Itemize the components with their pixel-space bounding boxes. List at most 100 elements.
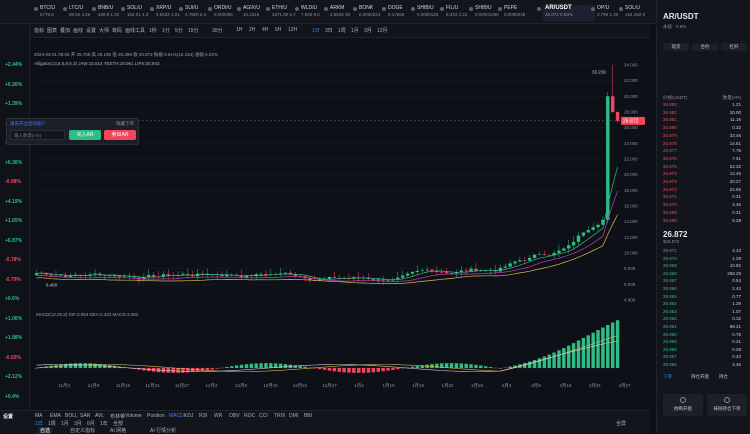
bid-row[interactable]: 26.871 4.43 — [663, 248, 747, 254]
indicator-tab[interactable]: WR — [214, 413, 222, 419]
sell-button[interactable]: 卖出AR — [104, 130, 136, 140]
toolbar-item[interactable]: 1秒 — [149, 27, 157, 34]
bid-row[interactable]: 26.859 0.31 — [663, 339, 747, 345]
bid-row[interactable]: 26.868 268.28 — [663, 271, 747, 277]
indicator-tab[interactable]: DMI — [289, 413, 298, 419]
bid-row[interactable]: 26.860 0.76 — [663, 332, 747, 338]
toolbar-item[interactable]: 12H — [288, 27, 297, 33]
range-tab[interactable]: 1年 — [100, 420, 108, 427]
toolbar-item[interactable]: 1周 — [338, 27, 346, 34]
bid-row[interactable]: 26.862 0.32 — [663, 316, 747, 322]
bottom-tab[interactable]: 自选 — [38, 427, 53, 434]
indicator-tab[interactable]: BOLL — [65, 413, 78, 419]
indicator-tab[interactable]: 布林带 — [110, 413, 125, 420]
ask-row[interactable]: 26.877 7.76 — [663, 148, 747, 154]
toolbar-item[interactable]: 1月 — [351, 27, 359, 34]
indicator-tab[interactable]: OBV — [229, 413, 240, 419]
toolbar-item[interactable]: 设置 — [86, 27, 96, 34]
toolbar-item[interactable]: 5分 — [175, 27, 183, 34]
bid-row[interactable]: 26.865 0.77 — [663, 294, 747, 300]
bid-row[interactable]: 26.869 10.92 — [663, 263, 747, 269]
ask-row[interactable]: 26.870 4.45 — [663, 202, 747, 208]
ask-row[interactable]: 26.874 12.45 — [663, 171, 747, 177]
range-tab[interactable]: 1月 — [61, 420, 69, 427]
range-tab[interactable]: 6月 — [87, 420, 95, 427]
popup-title[interactable]: 请先开立您的账户 — [10, 121, 46, 127]
ask-row[interactable]: 26.881 11.16 — [663, 117, 747, 123]
settings-button[interactable]: 设置 — [3, 413, 13, 420]
ask-row[interactable]: 26.868 6.28 — [663, 218, 747, 224]
range-tab[interactable]: 3月 — [74, 420, 82, 427]
indicator-tab[interactable]: Position — [147, 413, 165, 419]
bottom-tab[interactable]: AI 网格 — [110, 427, 126, 434]
bid-row[interactable]: 26.870 1.29 — [663, 256, 747, 262]
ask-row[interactable]: 26.876 7.51 — [663, 156, 747, 162]
market-type-button[interactable]: 杠杆 — [721, 43, 747, 51]
quantity-input[interactable]: 输入数量(AR) — [10, 130, 65, 140]
indicator-tab[interactable]: TRIX — [274, 413, 285, 419]
range-tab[interactable]: 1周 — [48, 420, 56, 427]
bid-row[interactable]: 26.861 98.21 — [663, 324, 747, 330]
bid-row[interactable]: 26.863 1.07 — [663, 309, 747, 315]
toolbar-item[interactable]: 12月 — [377, 27, 388, 34]
panel-tab[interactable]: 持仓开盘 — [691, 374, 709, 380]
ask-row[interactable]: 26.882 20.00 — [663, 110, 747, 116]
indicator-tab[interactable]: ROC — [244, 413, 255, 419]
action-open[interactable]: 抬断开盘 — [663, 394, 703, 416]
indicator-tab[interactable]: RSI — [199, 413, 207, 419]
toolbar-item[interactable]: 筹码 — [112, 27, 122, 34]
bid-row[interactable]: 26.867 0.54 — [663, 278, 747, 284]
bottom-tab[interactable]: 自定义指标 — [70, 427, 95, 434]
indicator-tab[interactable]: AVL — [95, 413, 104, 419]
indicator-tab[interactable]: Volume — [125, 413, 142, 419]
toolbar-item[interactable]: 2H — [249, 27, 255, 33]
range-tab[interactable]: 全部 — [113, 420, 123, 427]
indicator-tab[interactable]: MA — [35, 413, 43, 419]
toolbar-item[interactable]: 6H — [275, 27, 281, 33]
action-close[interactable]: 抹除持仓下单 — [707, 394, 747, 416]
bid-row[interactable]: 26.857 0.42 — [663, 354, 747, 360]
toolbar-item[interactable]: 画线 — [73, 27, 83, 34]
ask-row[interactable]: 26.878 14.51 — [663, 141, 747, 147]
toolbar-item[interactable]: 3月 — [364, 27, 372, 34]
ask-row[interactable]: 26.883 1.21 — [663, 102, 747, 108]
fullscreen-button[interactable]: 全屏 — [616, 420, 626, 427]
ticker-tab[interactable]: AR/USDT 26.872 0.63% — [537, 5, 595, 21]
buy-button[interactable]: 买入AR — [69, 130, 101, 140]
indicator-tab[interactable]: KDJ — [184, 413, 193, 419]
toolbar-item[interactable]: 1分 — [162, 27, 170, 34]
ask-row[interactable]: 26.875 22.32 — [663, 164, 747, 170]
indicator-tab[interactable]: MACD — [169, 413, 184, 419]
toolbar-item[interactable]: 叠加 — [60, 27, 70, 34]
ask-row[interactable]: 26.873 20.27 — [663, 179, 747, 185]
toolbar-item[interactable]: 1日 — [312, 27, 320, 34]
ask-row[interactable]: 26.872 22.65 — [663, 187, 747, 193]
bid-row[interactable]: 26.856 4.45 — [663, 362, 747, 368]
candlestick-chart[interactable]: 34.000 32.000 30.000 28.000 26.000 24.000 22.0… — [30, 40, 650, 390]
toolbar-item[interactable]: 画线工具 — [125, 27, 145, 34]
bid-row[interactable]: 26.866 2.42 — [663, 286, 747, 292]
indicator-tab[interactable]: BBI — [304, 413, 312, 419]
market-type-button[interactable]: 合约 — [692, 43, 718, 51]
popup-close[interactable]: 隐藏下单 — [116, 121, 134, 127]
toolbar-item[interactable]: 指标 — [34, 27, 44, 34]
toolbar-item[interactable]: 30分 — [212, 27, 223, 34]
ask-row[interactable]: 26.871 0.31 — [663, 194, 747, 200]
indicator-tab[interactable]: CCI — [259, 413, 268, 419]
indicator-tab[interactable]: EMA — [50, 413, 61, 419]
panel-tab[interactable]: 下单 — [663, 374, 672, 380]
ask-row[interactable]: 26.869 0.31 — [663, 210, 747, 216]
toolbar-item[interactable]: 15分 — [188, 27, 199, 34]
toolbar-item[interactable]: 1H — [236, 27, 242, 33]
indicator-tab[interactable]: SAR — [80, 413, 90, 419]
toolbar-item[interactable]: 图表 — [47, 27, 57, 34]
toolbar-item[interactable]: 大师 — [99, 27, 109, 34]
panel-tab[interactable]: 持仓 — [719, 374, 728, 380]
bid-row[interactable]: 26.858 0.29 — [663, 347, 747, 353]
bottom-tab[interactable]: AI 行情分析 — [150, 427, 176, 434]
range-tab[interactable]: 1日 — [35, 420, 43, 427]
ask-row[interactable]: 26.879 33.46 — [663, 133, 747, 139]
ask-row[interactable]: 26.880 0.32 — [663, 125, 747, 131]
toolbar-item[interactable]: 3日 — [325, 27, 333, 34]
market-type-button[interactable]: 现货 — [663, 43, 689, 51]
